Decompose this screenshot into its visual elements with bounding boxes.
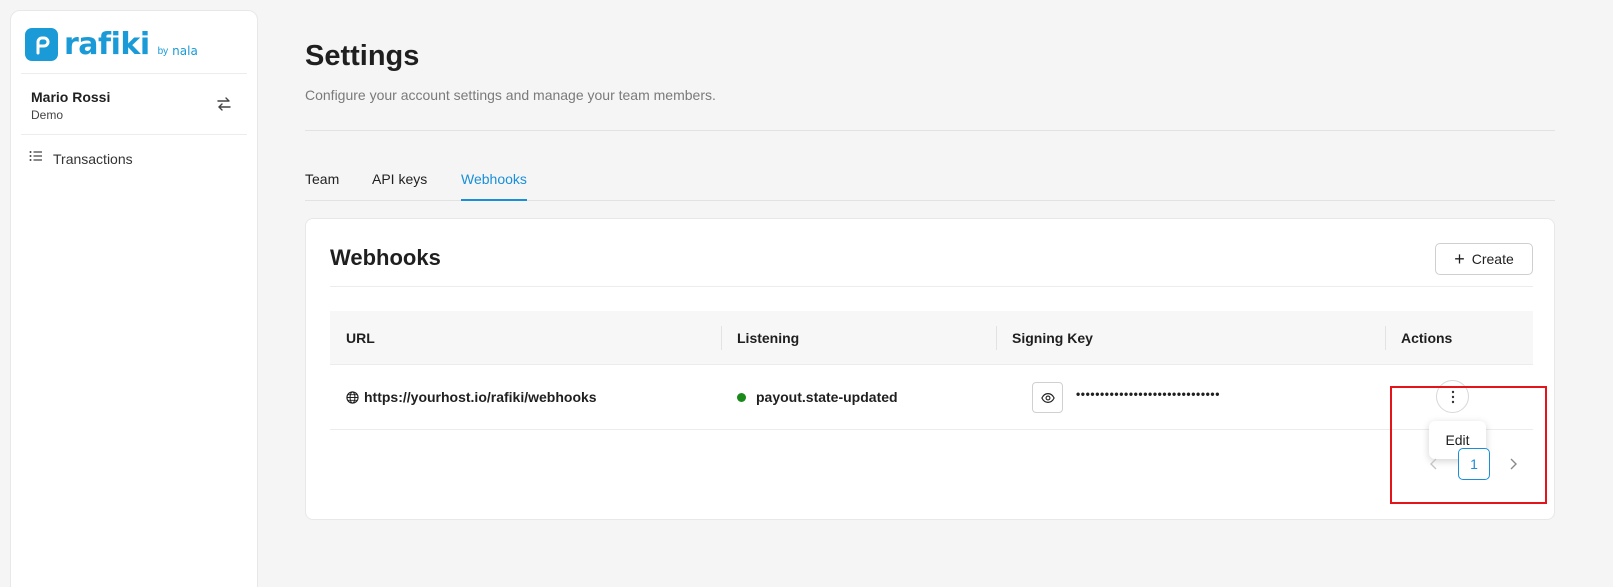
page-title: Settings [305, 40, 420, 72]
sidebar-item-transactions[interactable]: Transactions [29, 149, 133, 168]
chevron-right-icon[interactable] [1505, 456, 1521, 472]
webhooks-title: Webhooks [330, 245, 441, 270]
partner-name: nala [172, 44, 198, 58]
webhook-url-cell: https://yourhost.io/rafiki/webhooks [346, 389, 597, 405]
listening-cell: payout.state-updated [737, 389, 898, 405]
header-divider [305, 130, 1555, 131]
column-divider [1385, 326, 1386, 350]
tab-webhooks[interactable]: Webhooks [461, 171, 527, 201]
signing-key-masked: •••••••••••••••••••••••••••••• [1076, 387, 1221, 401]
kebab-menu-icon [1451, 390, 1455, 404]
pagination-current-page[interactable]: 1 [1458, 448, 1490, 480]
swap-arrows-icon[interactable] [215, 95, 233, 113]
column-divider [721, 326, 722, 350]
tab-api-keys[interactable]: API keys [372, 171, 427, 199]
table-header: URL Listening Signing Key Actions [330, 311, 1533, 365]
listening-event: payout.state-updated [756, 389, 898, 405]
user-name: Mario Rossi [31, 89, 111, 105]
reveal-key-button[interactable] [1032, 382, 1063, 413]
user-org: Demo [31, 108, 64, 122]
sidebar-item-label: Transactions [53, 150, 133, 167]
globe-icon [346, 390, 359, 404]
column-header-listening: Listening [737, 330, 800, 346]
create-button-label: Create [1471, 251, 1514, 267]
column-header-url: URL [346, 330, 375, 346]
sidebar-divider [21, 73, 247, 74]
tab-team[interactable]: Team [305, 171, 339, 199]
brand-by: by [157, 46, 169, 57]
column-header-signing-key: Signing Key [1012, 330, 1093, 346]
webhooks-card: Webhooks + Create URL Listening Signing … [305, 218, 1555, 520]
chevron-left-icon[interactable] [1426, 456, 1442, 472]
list-icon [29, 149, 43, 168]
row-actions-button[interactable] [1436, 380, 1469, 413]
card-divider [330, 286, 1533, 287]
brand-logo[interactable]: rafiki by nala [25, 25, 198, 61]
rafiki-logo-icon [25, 28, 58, 61]
status-dot [737, 392, 746, 402]
sidebar-divider [21, 134, 247, 135]
column-divider [996, 326, 997, 350]
create-webhook-button[interactable]: + Create [1435, 243, 1533, 275]
table-row: https://yourhost.io/rafiki/webhooks payo… [330, 365, 1533, 430]
column-header-actions: Actions [1401, 330, 1453, 346]
brand-name: rafiki [64, 27, 150, 62]
eye-icon [1040, 391, 1055, 405]
plus-icon: + [1454, 249, 1465, 269]
page-subtitle: Configure your account settings and mana… [305, 87, 716, 103]
sidebar: rafiki by nala Mario Rossi Demo Transact… [10, 10, 258, 587]
settings-tabs: Team API keys Webhooks [305, 165, 1555, 201]
webhook-url[interactable]: https://yourhost.io/rafiki/webhooks [364, 389, 597, 405]
